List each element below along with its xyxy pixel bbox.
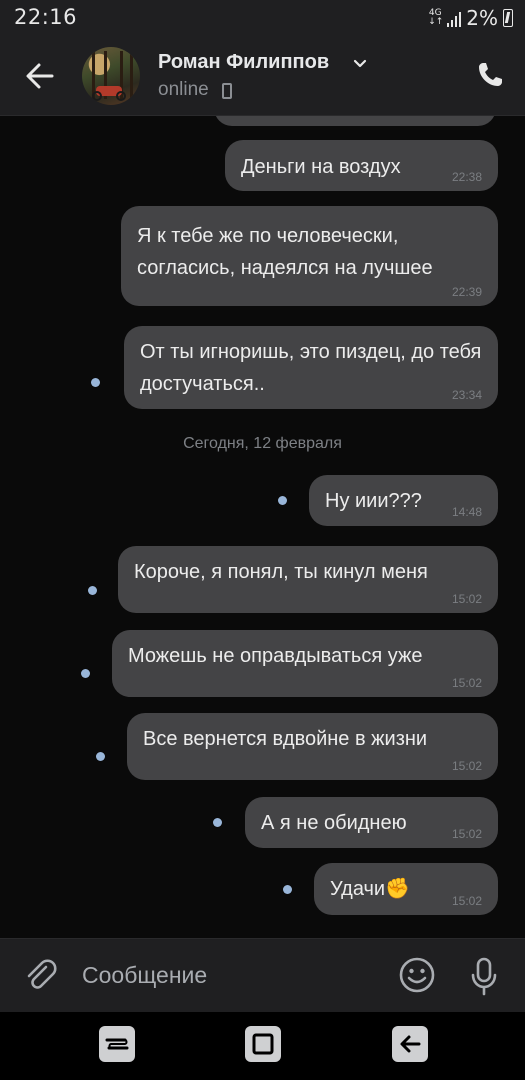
message-input[interactable] [82, 957, 372, 993]
back-nav-icon [400, 1035, 421, 1053]
message-bubble[interactable]: От ты игноришь, это пиздец, до тебя дост… [124, 326, 498, 409]
network-type-icon: 4G ↓↑ [428, 8, 444, 27]
contact-name[interactable]: Роман Филиппов [158, 51, 329, 74]
mobile-icon [222, 83, 232, 99]
message-bubble[interactable]: Все вернется вдвойне в жизни 15:02 [127, 713, 498, 780]
chat-header: Роман Филиппов online [0, 36, 525, 116]
message-time: 14:48 [451, 505, 482, 519]
paperclip-icon[interactable] [22, 957, 58, 993]
avatar[interactable] [82, 47, 140, 105]
message-bubble[interactable]: Короче, я понял, ты кинул меня 15:02 [118, 546, 498, 613]
recent-apps-button[interactable] [99, 1026, 135, 1062]
message-text: А я не обиднею [261, 812, 407, 834]
message-text: Я к тебе же по человечески, согласись, н… [137, 225, 433, 279]
unread-indicator [96, 752, 105, 761]
message-list[interactable]: Деньги на воздух 22:38 Я к тебе же по че… [0, 116, 525, 938]
chevron-down-icon[interactable] [353, 56, 367, 70]
message-text: Все вернется вдвойне в жизни [143, 728, 428, 750]
system-navigation-bar [0, 1012, 525, 1080]
unread-indicator [91, 378, 100, 387]
message-time: 15:02 [451, 759, 482, 773]
message-bubble[interactable]: Удачи✊ 15:02 [314, 863, 498, 915]
status-indicators: 4G ↓↑ 2% [428, 6, 513, 30]
signal-icon [447, 9, 462, 27]
message-time: 23:34 [451, 388, 482, 402]
message-bubble[interactable]: А я не обиднею 15:02 [245, 797, 498, 848]
home-button[interactable] [245, 1026, 281, 1062]
recent-apps-icon [105, 1038, 129, 1050]
message-bubble[interactable]: Ну иии??? 14:48 [309, 475, 498, 526]
message-text: Можешь не оправдываться уже [128, 645, 423, 667]
message-bubble[interactable]: Деньги на воздух 22:38 [225, 140, 498, 191]
message-time: 15:02 [451, 827, 482, 841]
back-button[interactable] [392, 1026, 428, 1062]
message-bubble-partial [214, 116, 496, 126]
unread-indicator [278, 496, 287, 505]
back-arrow-icon[interactable] [22, 58, 58, 94]
message-time: 15:02 [451, 676, 482, 690]
message-bubble[interactable]: Я к тебе же по человечески, согласись, н… [121, 206, 498, 306]
battery-charging-icon [503, 9, 513, 27]
message-time: 15:02 [451, 894, 482, 908]
message-text: От ты игноришь, это пиздец, до тебя дост… [140, 341, 482, 395]
emoji-icon[interactable] [398, 956, 436, 994]
date-separator: Сегодня, 12 февраля [183, 435, 342, 452]
contact-status: online [158, 79, 209, 100]
message-text: Короче, я понял, ты кинул меня [134, 561, 428, 583]
unread-indicator [283, 885, 292, 894]
status-bar: 22:16 4G ↓↑ 2% [0, 0, 525, 36]
message-time: 22:39 [451, 285, 482, 299]
battery-level: 2% [466, 6, 498, 30]
message-composer [0, 938, 525, 1012]
unread-indicator [81, 669, 90, 678]
unread-indicator [88, 586, 97, 595]
message-text: Деньги на воздух [241, 156, 401, 178]
home-icon [252, 1033, 274, 1055]
microphone-icon[interactable] [468, 956, 500, 996]
message-time: 15:02 [451, 592, 482, 606]
message-bubble[interactable]: Можешь не оправдываться уже 15:02 [112, 630, 498, 697]
network-type: 4G [428, 8, 442, 18]
phone-icon[interactable] [475, 60, 505, 90]
message-time: 22:38 [451, 170, 482, 184]
status-time: 22:16 [14, 5, 78, 29]
unread-indicator [213, 818, 222, 827]
